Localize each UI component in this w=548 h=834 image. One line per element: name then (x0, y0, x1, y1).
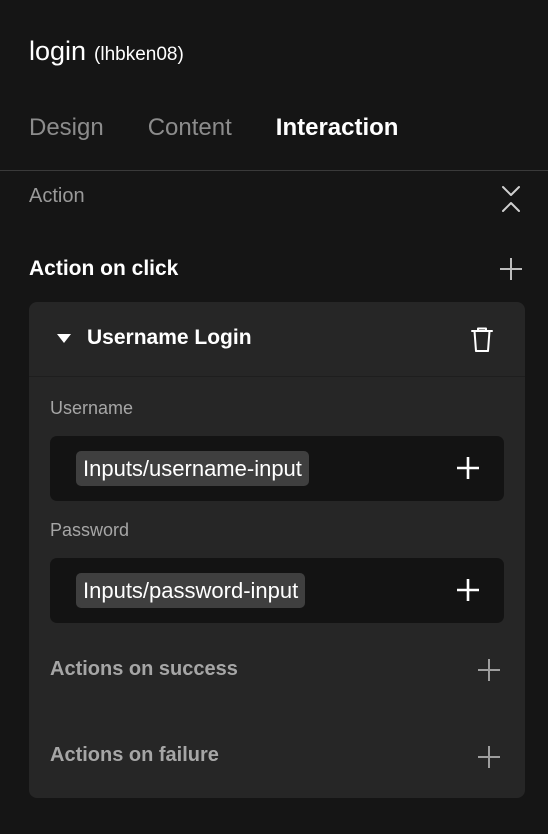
tab-bar: Design Content Interaction (29, 114, 442, 142)
password-field[interactable]: Inputs/password-input (50, 558, 504, 623)
add-action-on-click-button[interactable] (498, 256, 524, 282)
component-id: (lhbken08) (94, 44, 184, 65)
action-card-title: Username Login (87, 326, 252, 349)
username-binding-chip[interactable]: Inputs/username-input (76, 451, 309, 486)
password-binding-chip[interactable]: Inputs/password-input (76, 573, 306, 608)
tab-interaction[interactable]: Interaction (276, 114, 399, 142)
panel-header: login (lhbken08) (29, 36, 184, 67)
action-on-click-label: Action on click (29, 257, 179, 280)
collapse-icon[interactable] (497, 184, 525, 214)
tab-divider (0, 170, 548, 171)
trash-icon (469, 327, 495, 358)
username-label: Username (50, 398, 134, 418)
plus-icon (455, 579, 481, 607)
section-label-action: Action (29, 185, 85, 207)
plus-icon (476, 746, 502, 774)
plus-icon (498, 258, 524, 286)
add-failure-action-button[interactable] (476, 744, 502, 770)
action-card-header[interactable]: Username Login (29, 302, 525, 377)
component-name: login (29, 36, 87, 66)
caret-down-icon[interactable] (57, 334, 71, 343)
plus-icon (476, 659, 502, 687)
action-card: Username Login Username Inputs/username-… (29, 302, 525, 798)
actions-on-success-label: Actions on success (50, 658, 238, 680)
password-add-button[interactable] (455, 577, 481, 603)
username-add-button[interactable] (455, 455, 481, 481)
plus-icon (455, 457, 481, 485)
delete-action-button[interactable] (469, 326, 495, 354)
username-field[interactable]: Inputs/username-input (50, 436, 504, 501)
add-success-action-button[interactable] (476, 657, 502, 683)
tab-content[interactable]: Content (148, 114, 232, 142)
password-label: Password (50, 520, 130, 540)
tab-design[interactable]: Design (29, 114, 104, 142)
actions-on-failure-label: Actions on failure (50, 744, 219, 766)
